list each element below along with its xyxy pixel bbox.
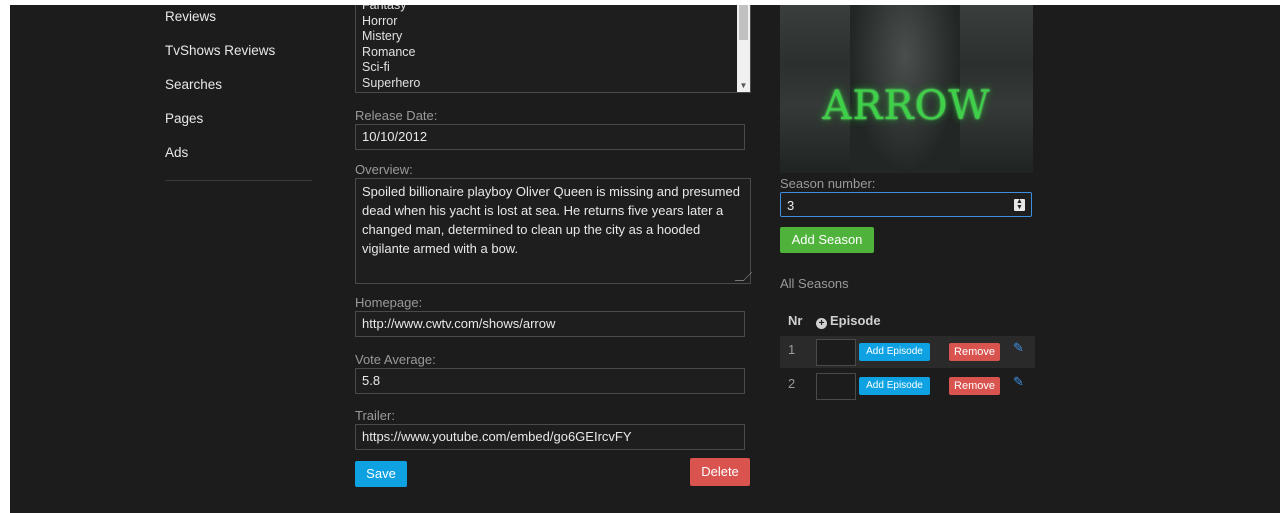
release-date-input[interactable]: 10/10/2012 xyxy=(355,124,745,150)
poster-title: ARROW xyxy=(822,83,991,129)
remove-season-button[interactable]: Remove xyxy=(949,377,1000,395)
season-number-label: Season number: xyxy=(780,176,876,191)
remove-season-button[interactable]: Remove xyxy=(949,343,1000,361)
homepage-input[interactable]: http://www.cwtv.com/shows/arrow xyxy=(355,311,745,337)
save-button[interactable]: Save xyxy=(355,461,407,487)
overview-text: Spoiled billionaire playboy Oliver Queen… xyxy=(362,184,740,256)
add-episode-button[interactable]: Add Episode xyxy=(859,377,930,395)
release-date-label: Release Date: xyxy=(355,108,438,123)
overview-label: Overview: xyxy=(355,162,413,177)
sidebar-item-searches[interactable]: Searches xyxy=(165,73,312,107)
show-poster: ARROW xyxy=(780,5,1033,173)
all-seasons-heading: All Seasons xyxy=(780,276,849,291)
vote-average-input[interactable]: 5.8 xyxy=(355,368,745,394)
overview-textarea[interactable]: Spoiled billionaire playboy Oliver Queen… xyxy=(355,178,753,284)
season-nr: 1 xyxy=(788,342,796,357)
sidebar-divider xyxy=(165,180,312,181)
sidebar-item-tvshows-reviews[interactable]: TvShows Reviews xyxy=(165,39,312,73)
delete-button[interactable]: Delete xyxy=(690,458,750,486)
column-header-nr: Nr xyxy=(788,313,803,328)
genre-scrollbar[interactable]: ▼ xyxy=(737,5,750,92)
edit-icon[interactable]: ✎ xyxy=(1013,374,1024,390)
add-season-button[interactable]: Add Season xyxy=(780,227,874,253)
season-number-value: 3 xyxy=(787,198,795,213)
sidebar-item-reviews[interactable]: Reviews xyxy=(165,5,312,39)
plus-circle-icon: + xyxy=(816,318,827,329)
column-header-episode: + Episode xyxy=(816,313,881,329)
vote-average-label: Vote Average: xyxy=(355,352,436,367)
table-row: 2 Add Episode Remove ✎ xyxy=(780,370,1035,402)
chevron-down-icon[interactable]: ▼ xyxy=(739,81,748,91)
genre-option[interactable]: Romance xyxy=(356,45,750,61)
scrollbar-thumb[interactable] xyxy=(739,5,748,40)
trailer-label: Trailer: xyxy=(355,408,395,423)
sidebar: Reviews TvShows Reviews Searches Pages A… xyxy=(165,5,312,181)
homepage-label: Homepage: xyxy=(355,295,423,310)
genre-option[interactable]: Horror xyxy=(356,14,750,30)
edit-icon[interactable]: ✎ xyxy=(1013,340,1024,356)
episode-input[interactable] xyxy=(816,373,856,400)
season-number-input[interactable]: 3 ▲ ▼ xyxy=(780,192,1032,217)
column-header-episode-label: Episode xyxy=(830,313,881,328)
table-row: 1 Add Episode Remove ✎ xyxy=(780,336,1035,368)
episode-input[interactable] xyxy=(816,339,856,366)
sidebar-item-pages[interactable]: Pages xyxy=(165,107,312,141)
resize-handle-icon[interactable] xyxy=(734,272,753,281)
genre-option[interactable]: Superhero xyxy=(356,76,750,92)
season-nr: 2 xyxy=(788,376,796,391)
add-episode-button[interactable]: Add Episode xyxy=(859,343,930,361)
trailer-input[interactable]: https://www.youtube.com/embed/go6GEIrcvF… xyxy=(355,424,745,450)
spinner-icon[interactable]: ▲ ▼ xyxy=(1014,198,1025,211)
genre-option[interactable]: Fantasy xyxy=(356,5,750,14)
sidebar-item-ads[interactable]: Ads xyxy=(165,141,312,175)
seasons-table-header: Nr + Episode xyxy=(780,311,1035,333)
genre-option[interactable]: Mistery xyxy=(356,29,750,45)
genre-option[interactable]: Sci-fi xyxy=(356,60,750,76)
genre-multiselect[interactable]: Fantasy Horror Mistery Romance Sci-fi Su… xyxy=(355,5,751,93)
app-window: Reviews TvShows Reviews Searches Pages A… xyxy=(10,5,1280,513)
